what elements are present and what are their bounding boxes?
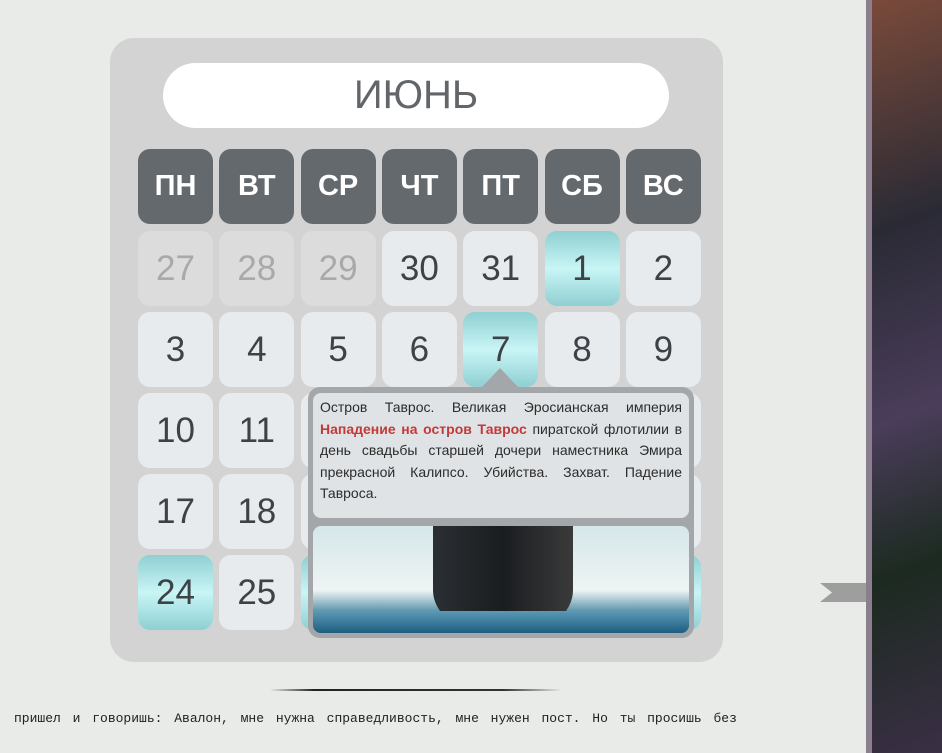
day-cell[interactable]: 1 (544, 231, 620, 306)
ribbon-tab[interactable] (820, 583, 866, 602)
day-cell[interactable]: 2 (625, 231, 701, 306)
weekday-header: ПН (138, 149, 213, 224)
day-cell[interactable]: 30 (381, 231, 457, 306)
day-cell[interactable]: 5 (300, 312, 376, 387)
day-cell[interactable]: 4 (219, 312, 295, 387)
day-cell[interactable]: 17 (138, 474, 213, 549)
event-description: Остров Таврос. Великая Эросианская импер… (313, 393, 689, 518)
weekday-header: СБ (544, 149, 620, 224)
day-cell[interactable]: 3 (138, 312, 213, 387)
event-image (313, 526, 689, 633)
day-cell[interactable]: 27 (138, 231, 213, 306)
day-cell[interactable]: 28 (219, 231, 295, 306)
day-cell[interactable]: 10 (138, 393, 213, 468)
event-intro: Остров Таврос. Великая Эросианская импер… (320, 399, 682, 415)
event-popup: Остров Таврос. Великая Эросианская импер… (308, 387, 694, 638)
event-title[interactable]: Нападение на остров Таврос (320, 421, 527, 437)
side-image (866, 0, 942, 753)
weekday-header: ПТ (463, 149, 539, 224)
footer-text: пришел и говоришь: Авалон, мне нужна спр… (14, 711, 737, 726)
weekday-header: СР (300, 149, 376, 224)
weekday-header: ЧТ (381, 149, 457, 224)
day-cell[interactable]: 24 (138, 555, 213, 630)
sea (313, 611, 689, 633)
day-cell[interactable]: 11 (219, 393, 295, 468)
day-cell[interactable]: 8 (544, 312, 620, 387)
day-cell[interactable]: 29 (300, 231, 376, 306)
day-cell[interactable]: 25 (219, 555, 295, 630)
day-cell[interactable]: 6 (381, 312, 457, 387)
popup-arrow (482, 368, 518, 387)
day-cell[interactable]: 31 (463, 231, 539, 306)
divider (270, 689, 562, 691)
month-title: ИЮНЬ (163, 63, 669, 128)
day-cell[interactable]: 9 (625, 312, 701, 387)
weekday-header: ВС (625, 149, 701, 224)
day-cell[interactable]: 18 (219, 474, 295, 549)
weekday-header: ВТ (219, 149, 295, 224)
